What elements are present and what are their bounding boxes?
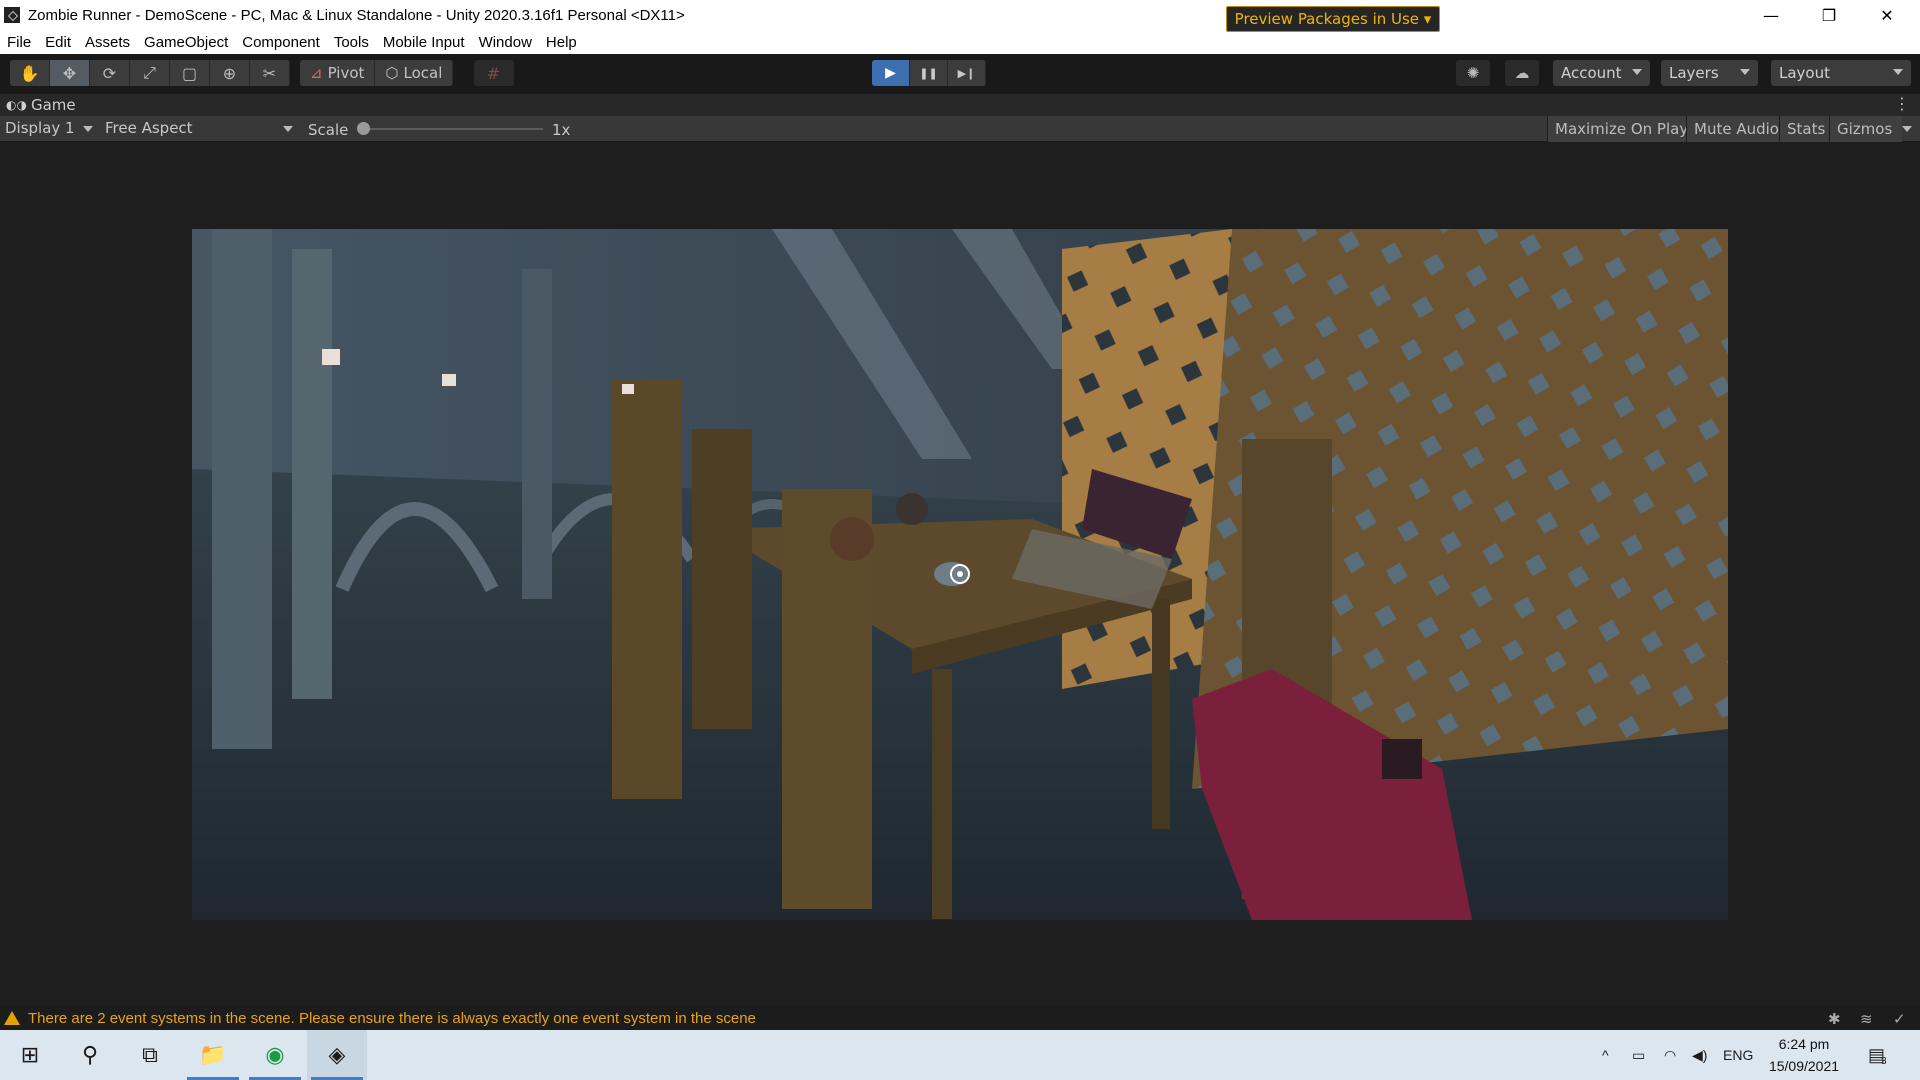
layout-dropdown[interactable]: Layout [1771, 60, 1911, 86]
display-dropdown[interactable]: Display 1 [5, 119, 75, 137]
custom-tool-icon[interactable]: ✂ [250, 60, 290, 86]
menu-window[interactable]: Window [472, 34, 539, 51]
chrome-icon[interactable]: ◉ [245, 1030, 305, 1080]
search-icon[interactable]: ⚲ [60, 1030, 120, 1080]
console-message[interactable]: There are 2 event systems in the scene. … [28, 1010, 756, 1027]
language-indicator[interactable]: ENG [1723, 1030, 1753, 1080]
preview-packages-button[interactable]: Preview Packages in Use ▾ [1226, 6, 1440, 32]
local-toggle[interactable]: ⬡ Local [375, 60, 454, 86]
menu-assets[interactable]: Assets [78, 34, 137, 51]
status-bar[interactable]: There are 2 event systems in the scene. … [0, 1006, 1920, 1030]
pause-button[interactable]: ❚❚ [910, 60, 948, 86]
layers-dropdown[interactable]: Layers [1661, 60, 1758, 86]
gamepad-icon: ◐◑ [6, 98, 27, 112]
menu-edit[interactable]: Edit [38, 34, 78, 51]
tab-game[interactable]: ◐◑ Game [6, 94, 76, 116]
menu-gameobject[interactable]: GameObject [137, 34, 235, 51]
chevron-down-icon [1740, 69, 1750, 75]
check-icon[interactable]: ✓ [1893, 1010, 1906, 1028]
layers-label: Layers [1669, 64, 1719, 82]
gizmos-toggle[interactable]: Gizmos [1829, 116, 1902, 142]
unity-app-icon [4, 7, 20, 23]
play-button[interactable]: ▶ [872, 60, 910, 86]
scale-slider-track[interactable] [360, 128, 543, 130]
chevron-down-icon [283, 126, 293, 132]
wifi-icon[interactable]: ◠ [1664, 1030, 1676, 1080]
tab-menu-icon[interactable]: ⋮ [1894, 94, 1910, 116]
window-title: Zombie Runner - DemoScene - PC, Mac & Li… [28, 6, 685, 24]
move-tool-icon[interactable]: ✥ [50, 60, 90, 86]
window-title-bar: Zombie Runner - DemoScene - PC, Mac & Li… [0, 0, 1920, 30]
unity-icon[interactable]: ◈ [307, 1030, 367, 1080]
transform-tool-icon[interactable]: ⊕ [210, 60, 250, 86]
tray-chevron-icon[interactable]: ^ [1602, 1030, 1609, 1080]
playmode-controls: ▶ ❚❚ ▶❙ [872, 60, 986, 86]
aspect-dropdown[interactable]: Free Aspect [105, 119, 193, 137]
warning-icon [4, 1011, 20, 1025]
local-label: Local [403, 64, 443, 82]
windows-start-icon[interactable]: ⊞ [0, 1030, 60, 1080]
volume-icon[interactable]: ◀) [1692, 1030, 1707, 1080]
account-label: Account [1561, 64, 1622, 82]
tab-bar [0, 94, 1920, 116]
menu-component[interactable]: Component [235, 34, 327, 51]
rotate-tool-icon[interactable]: ⟳ [90, 60, 130, 86]
scale-tool-icon[interactable]: ⤢ [130, 60, 170, 86]
mute-audio-toggle[interactable]: Mute Audio [1686, 116, 1786, 142]
menu-mobile-input[interactable]: Mobile Input [376, 34, 472, 51]
tab-game-label: Game [30, 96, 76, 114]
notifications-icon[interactable]: ▤ 3 [1868, 1030, 1887, 1080]
hand-tool-icon[interactable]: ✋ [10, 60, 50, 86]
clock-date: 15/09/2021 [1768, 1058, 1840, 1074]
rect-tool-icon[interactable]: ▢ [170, 60, 210, 86]
account-dropdown[interactable]: Account [1553, 60, 1650, 86]
menu-bar: File Edit Assets GameObject Component To… [0, 30, 1920, 54]
grid-snap-group: # [474, 60, 514, 86]
task-view-icon[interactable]: ⧉ [120, 1030, 180, 1080]
file-explorer-icon[interactable]: 📁 [183, 1030, 243, 1080]
transform-tools: ✋ ✥ ⟳ ⤢ ▢ ⊕ ✂ [10, 60, 290, 86]
stats-toggle[interactable]: Stats [1779, 116, 1833, 142]
pivot-icon: ⊿ [310, 64, 323, 82]
step-button[interactable]: ▶❙ [948, 60, 986, 86]
scale-label: Scale [308, 121, 349, 139]
menu-help[interactable]: Help [539, 34, 584, 51]
notification-count: 3 [1881, 1055, 1887, 1067]
chevron-down-icon [1632, 69, 1642, 75]
game-scene-image [192, 229, 1728, 920]
lighting-icon[interactable]: ✺ [1456, 60, 1490, 86]
cloud-icon[interactable]: ☁ [1505, 60, 1539, 86]
local-icon: ⬡ [385, 64, 399, 82]
scale-slider-thumb[interactable] [357, 122, 370, 135]
minimize-button[interactable]: — [1742, 0, 1800, 30]
layout-label: Layout [1779, 64, 1830, 82]
grid-snap-icon[interactable]: # [474, 60, 514, 86]
bug-icon[interactable]: ✱ [1828, 1010, 1841, 1028]
pivot-label: Pivot [327, 64, 365, 82]
chevron-down-icon [83, 126, 93, 132]
clock-time: 6:24 pm [1778, 1036, 1830, 1052]
menu-file[interactable]: File [0, 34, 38, 51]
progress-icon[interactable]: ≋ [1860, 1010, 1873, 1028]
maximize-on-play-toggle[interactable]: Maximize On Play [1547, 116, 1696, 142]
battery-icon[interactable]: ▭ [1632, 1030, 1645, 1080]
handle-toggles: ⊿ Pivot ⬡ Local [300, 60, 454, 86]
close-button[interactable]: ✕ [1858, 0, 1916, 30]
chevron-down-icon [1893, 69, 1903, 75]
scale-value: 1x [552, 121, 571, 139]
pivot-toggle[interactable]: ⊿ Pivot [300, 60, 376, 86]
chevron-down-icon[interactable] [1902, 126, 1912, 132]
taskbar-clock[interactable]: 6:24 pm 15/09/2021 [1768, 1033, 1840, 1077]
maximize-button[interactable]: ❐ [1800, 0, 1858, 30]
game-render-view[interactable] [192, 229, 1728, 920]
menu-tools[interactable]: Tools [327, 34, 376, 51]
